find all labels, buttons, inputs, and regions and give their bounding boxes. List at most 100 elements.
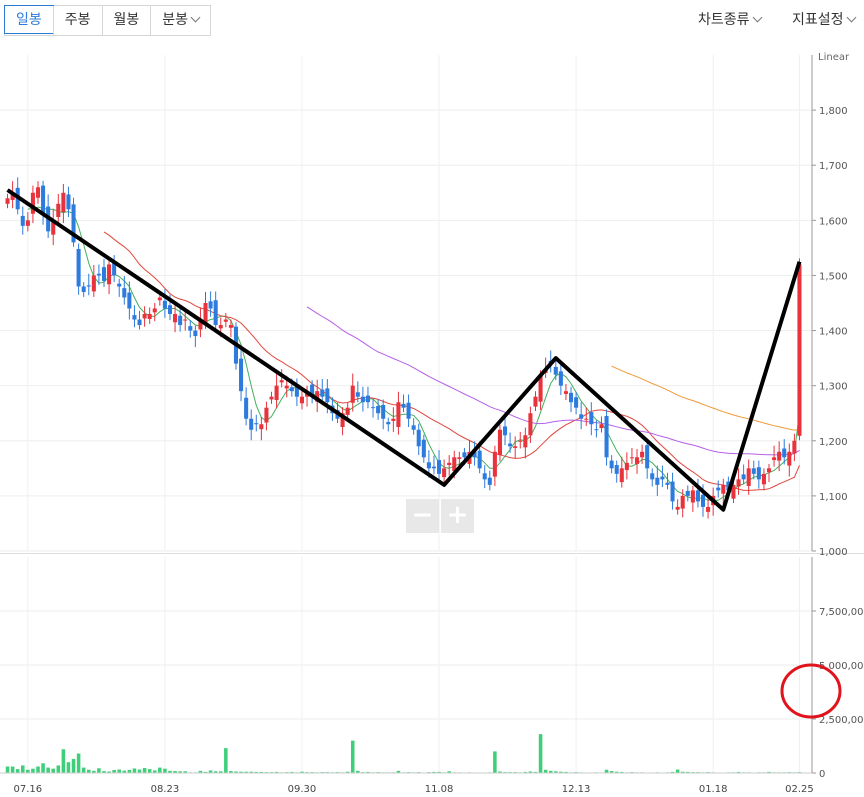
candle-body: [609, 460, 614, 469]
volume-tick-label: 7,500,000: [819, 607, 864, 618]
ma5-line: [27, 206, 800, 501]
volume-bar: [163, 768, 167, 773]
candle-body: [350, 385, 355, 403]
volume-bar: [81, 767, 86, 773]
price-tick-label: 1,300: [819, 382, 848, 393]
candle-body: [487, 477, 492, 485]
volume-bar: [10, 766, 15, 773]
chevron-down-icon: [846, 12, 856, 23]
candle-body: [751, 468, 756, 474]
candle-body: [137, 319, 142, 326]
volume-bar: [41, 763, 45, 773]
chart-type-dropdown[interactable]: 차트종류: [698, 9, 762, 29]
candle-body: [107, 264, 112, 285]
tab-weekly[interactable]: 주봉: [52, 6, 102, 35]
candle-body: [360, 396, 365, 403]
chevron-down-icon: [190, 12, 201, 23]
candle-body: [56, 203, 61, 218]
candle-body: [640, 451, 645, 458]
ma120-line: [611, 365, 800, 431]
candle-body: [142, 314, 147, 319]
date-tick-label: 08.23: [151, 784, 180, 795]
candle-body: [96, 273, 101, 276]
tab-monthly[interactable]: 월봉: [101, 6, 151, 35]
price-tick-label: 1,700: [819, 161, 848, 172]
chevron-down-icon: [752, 12, 762, 23]
candle-body: [568, 392, 574, 403]
candle-body: [589, 412, 594, 425]
candle-body: [457, 457, 462, 459]
candle-body: [365, 395, 370, 403]
candle-body: [147, 314, 152, 319]
date-tick-label: 11.08: [425, 784, 454, 795]
volume-bar: [224, 748, 228, 773]
price-tick-label: 1,200: [819, 437, 848, 448]
candle-body: [558, 371, 563, 386]
candle-body: [157, 297, 162, 301]
candle-body: [634, 457, 640, 464]
candle-body: [386, 422, 391, 425]
candle-body: [86, 285, 91, 287]
candle-body: [25, 220, 30, 226]
candle-body: [594, 429, 599, 431]
volume-tick-label: 5,000,000: [819, 661, 864, 672]
candle-body: [284, 385, 289, 389]
candle-body: [645, 445, 650, 469]
candle-body: [289, 387, 294, 392]
indicator-settings-label: 지표설정: [792, 12, 844, 28]
candle-body: [188, 326, 193, 331]
candle-body: [629, 457, 634, 459]
candle-body: [132, 315, 137, 320]
tab-minute[interactable]: 분봉: [150, 6, 211, 35]
candle-body: [675, 506, 680, 510]
candle-body: [152, 308, 157, 313]
volume-bar: [15, 769, 20, 773]
candle-body: [228, 325, 233, 328]
candle-body: [376, 406, 381, 414]
candle-body: [721, 484, 726, 494]
candle-body: [797, 264, 802, 436]
volume-bar: [675, 769, 680, 773]
chart-toolbar: 일봉 주봉 월봉 분봉 차트종류 지표설정: [0, 0, 864, 40]
date-tick-label: 07.16: [14, 784, 43, 795]
candle-body: [518, 440, 523, 442]
highlight-circle: [780, 663, 842, 719]
candle-body: [553, 366, 558, 375]
candle-body: [447, 462, 452, 466]
candle-body: [66, 194, 71, 210]
candle-body: [325, 388, 330, 403]
candle-body: [426, 462, 431, 469]
volume-bar: [71, 758, 76, 773]
tab-daily[interactable]: 일봉: [4, 5, 54, 34]
candle-body: [167, 305, 173, 315]
candle-body: [381, 404, 386, 419]
stock-chart[interactable]: 1,800 1,700 1,600 1,500 1,400 1,300 1,200 1,100…: [0, 43, 864, 797]
candle-body: [355, 392, 360, 397]
volume-bar: [36, 766, 40, 773]
trend-zigzag-line: [6, 188, 802, 512]
indicator-settings-dropdown[interactable]: 지표설정: [792, 9, 856, 29]
candle-body: [670, 481, 675, 502]
tab-minute-label: 분봉: [162, 12, 189, 28]
candle-body: [700, 494, 706, 507]
zoom-out-button[interactable]: −: [406, 499, 439, 533]
candle-body: [269, 396, 274, 400]
candle-body: [716, 487, 721, 491]
zoom-in-button[interactable]: +: [441, 499, 474, 533]
candle-body: [772, 457, 777, 461]
candle-body: [695, 490, 700, 502]
date-tick-label: 02.25: [785, 784, 814, 795]
candlestick-series: [5, 177, 802, 519]
volume-tick-label: 2,500,000: [819, 715, 864, 726]
candle-body: [756, 467, 761, 480]
candle-body: [533, 396, 538, 407]
candle-body: [746, 468, 751, 486]
candle-body: [61, 192, 66, 213]
candle-body: [497, 429, 502, 456]
candle-body: [391, 418, 396, 421]
candle-body: [492, 451, 497, 477]
candle-body: [513, 446, 518, 448]
candle-body: [299, 396, 305, 404]
candle-body: [244, 397, 249, 419]
candle-body: [117, 283, 122, 287]
